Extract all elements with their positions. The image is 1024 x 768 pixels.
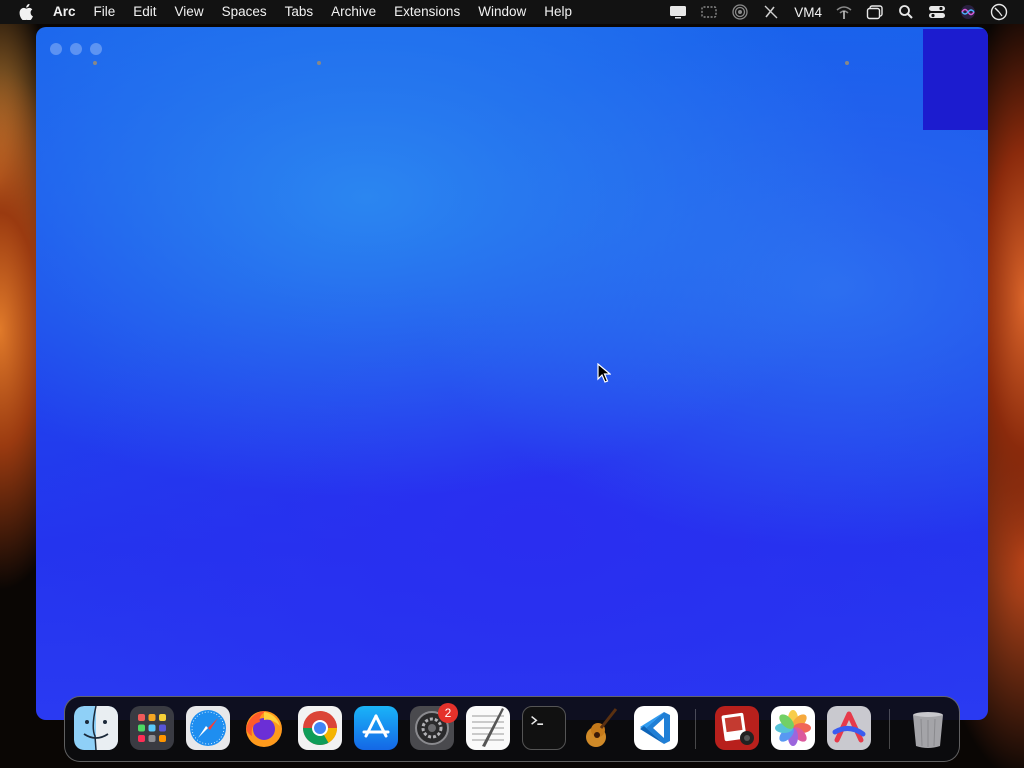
window-corner-panel (923, 29, 988, 130)
menu-tabs[interactable]: Tabs (276, 0, 323, 24)
garageband-icon[interactable] (578, 706, 622, 750)
dock-separator (889, 709, 890, 749)
wifi-off-icon[interactable] (833, 1, 855, 23)
window-controls (50, 43, 102, 55)
arc-icon[interactable] (827, 706, 871, 750)
running-indicator (845, 61, 849, 65)
apple-logo-icon[interactable] (16, 2, 36, 22)
display-icon[interactable] (667, 1, 689, 23)
windows-icon[interactable] (864, 1, 886, 23)
settings-badge: 2 (438, 703, 458, 723)
menu-spaces[interactable]: Spaces (213, 0, 276, 24)
mouse-cursor-icon (597, 363, 611, 383)
menu-window[interactable]: Window (469, 0, 535, 24)
search-icon[interactable] (895, 1, 917, 23)
vm-status-label[interactable]: VM4 (794, 5, 822, 20)
menu-archive[interactable]: Archive (322, 0, 385, 24)
broadcast-icon[interactable] (729, 1, 751, 23)
menu-edit[interactable]: Edit (124, 0, 165, 24)
minimize-button[interactable] (70, 43, 82, 55)
photos-icon[interactable] (771, 706, 815, 750)
running-indicator (317, 61, 321, 65)
textedit-icon[interactable] (466, 706, 510, 750)
menu-extensions[interactable]: Extensions (385, 0, 469, 24)
arc-window[interactable] (36, 27, 988, 720)
pen-slash-icon[interactable] (760, 1, 782, 23)
terminal-icon[interactable] (522, 706, 566, 750)
status-menus: VM4 (658, 0, 1010, 24)
vscode-icon[interactable] (634, 706, 678, 750)
menu-app-name[interactable]: Arc (44, 0, 85, 24)
control-center-icon[interactable] (926, 1, 948, 23)
clock-icon[interactable] (988, 1, 1010, 23)
menu-file[interactable]: File (85, 0, 125, 24)
firefox-icon[interactable] (242, 706, 286, 750)
dock (64, 696, 960, 762)
menu-bar: Arc File Edit View Spaces Tabs Archive E… (0, 0, 1024, 24)
menu-help[interactable]: Help (535, 0, 581, 24)
chrome-icon[interactable] (298, 706, 342, 750)
trash-icon[interactable] (906, 706, 950, 750)
zoom-button[interactable] (90, 43, 102, 55)
photo-booth-icon[interactable] (715, 706, 759, 750)
app-store-icon[interactable] (354, 706, 398, 750)
siri-icon[interactable] (957, 1, 979, 23)
screen-mirroring-icon[interactable] (698, 1, 720, 23)
launchpad-icon[interactable] (130, 706, 174, 750)
finder-icon[interactable] (74, 706, 118, 750)
menu-view[interactable]: View (166, 0, 213, 24)
safari-icon[interactable] (186, 706, 230, 750)
close-button[interactable] (50, 43, 62, 55)
dock-separator (695, 709, 696, 749)
running-indicator (93, 61, 97, 65)
